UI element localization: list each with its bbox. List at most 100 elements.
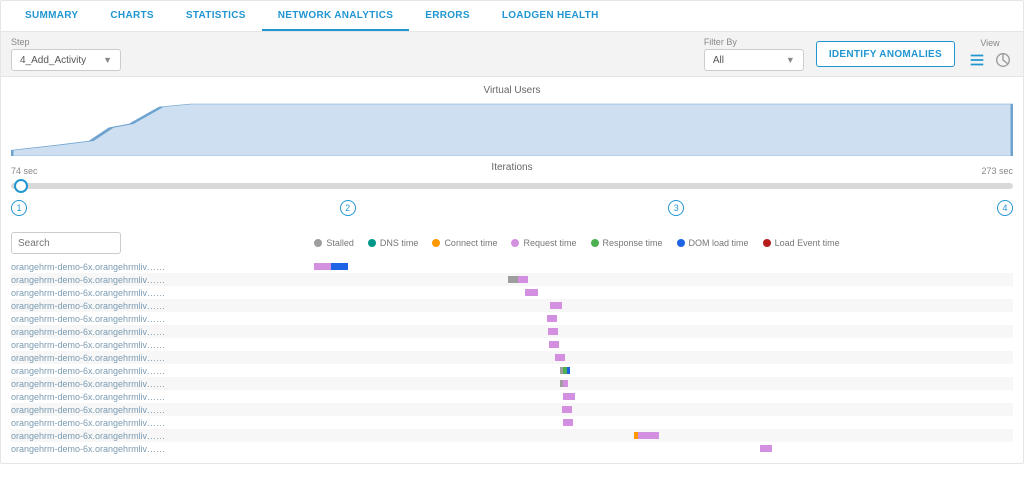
waterfall-row[interactable]: orangehrm-demo-6x.orangehrmliv…er%5D=2 [11, 390, 1013, 403]
legend-label: Stalled [326, 238, 354, 248]
waterfall-row-label: orangehrm-demo-6x.orangehrmliv…urged%5 [11, 431, 171, 441]
waterfall-row-label: orangehrm-demo-6x.orangehrmliv…timeshee [11, 405, 171, 415]
waterfall-row-track [171, 390, 1013, 403]
tab-network-analytics[interactable]: NETWORK ANALYTICS [262, 1, 409, 31]
legend-row: Stalled DNS time Connect time Request time R… [1, 222, 1023, 260]
waterfall-row-track [171, 364, 1013, 377]
list-view-icon[interactable] [967, 50, 987, 70]
waterfall-row[interactable]: orangehrm-demo-6x.orangehrmliv…7/payHou [11, 351, 1013, 364]
search-input[interactable] [11, 232, 121, 254]
caret-down-icon: ▼ [103, 55, 112, 65]
waterfall-row-track [171, 403, 1013, 416]
waterfall-row-label: orangehrm-demo-6x.orangehrmliv…igationLo [11, 444, 171, 454]
identify-anomalies-button[interactable]: IDENTIFY ANOMALIES [816, 41, 955, 67]
timing-segment [563, 419, 573, 426]
timing-segment [550, 302, 562, 309]
timing-segment [508, 276, 518, 283]
iter-end-label: 273 sec [981, 166, 1013, 176]
waterfall-row-label: orangehrm-demo-6x.orangehrmliv…s%5B%5D [11, 314, 171, 324]
waterfall-row-label: orangehrm-demo-6x.orangehrmliv…7/payHou [11, 353, 171, 363]
view-field: View [967, 38, 1013, 70]
legend-label: DOM load time [689, 238, 749, 248]
iteration-marks: 1 2 3 4 [11, 200, 1013, 216]
waterfall-row[interactable]: orangehrm-demo-6x.orangehrmliv…heets/230 [11, 286, 1013, 299]
waterfall-row[interactable]: orangehrm-demo-6x.orangehrmliv…type=brea [11, 338, 1013, 351]
legend-item[interactable]: Response time [591, 238, 663, 248]
pie-view-icon[interactable] [993, 50, 1013, 70]
timing-segment [567, 367, 570, 374]
timing-segment [562, 406, 572, 413]
waterfall-row-label: orangehrm-demo-6x.orangehrmliv…e=Custon [11, 301, 171, 311]
waterfall-row[interactable]: orangehrm-demo-6x.orangehrmliv…actionLog [11, 416, 1013, 429]
timing-segment [518, 276, 528, 283]
tab-charts[interactable]: CHARTS [94, 1, 169, 31]
tab-summary[interactable]: SUMMARY [9, 1, 94, 31]
timing-segment [555, 354, 565, 361]
view-label: View [967, 38, 1013, 48]
waterfall-row-label: orangehrm-demo-6x.orangehrmliv…ities=tru… [11, 327, 171, 337]
waterfall-row-track [171, 312, 1013, 325]
waterfall-row[interactable]: orangehrm-demo-6x.orangehrmliv…ight.woff… [11, 377, 1013, 390]
virtual-users-section: Virtual Users [1, 77, 1023, 156]
legend-item[interactable]: Load Event time [763, 238, 840, 248]
waterfall-row[interactable]: orangehrm-demo-6x.orangehrmliv…e=Custon [11, 299, 1013, 312]
waterfall-row-label: orangehrm-demo-6x.orangehrmliv…yTimeshe [11, 275, 171, 285]
iterations-title: Iterations [491, 162, 532, 173]
iter-start-label: 74 sec [11, 166, 38, 176]
timing-segment [563, 393, 575, 400]
tab-statistics[interactable]: STATISTICS [170, 1, 262, 31]
iterations-slider[interactable] [11, 178, 1013, 194]
legend-item[interactable]: DNS time [368, 238, 419, 248]
iteration-mark[interactable]: 3 [668, 200, 684, 216]
waterfall-row-track [171, 377, 1013, 390]
waterfall-row-track [171, 351, 1013, 364]
legend-dot-icon [314, 239, 322, 247]
waterfall-row[interactable]: orangehrm-demo-6x.orangehrmliv…redential [11, 260, 1013, 273]
legend-item[interactable]: Connect time [432, 238, 497, 248]
tab-loadgen-health[interactable]: LOADGEN HEALTH [486, 1, 615, 31]
virtual-users-chart [11, 100, 1013, 156]
legend-label: Connect time [444, 238, 497, 248]
waterfall-row[interactable]: orangehrm-demo-6x.orangehrmliv…Thin.woff [11, 364, 1013, 377]
legend-item[interactable]: DOM load time [677, 238, 749, 248]
step-select[interactable]: 4_Add_Activity ▼ [11, 49, 121, 71]
waterfall-row-label: orangehrm-demo-6x.orangehrmliv…redential [11, 262, 171, 272]
iteration-mark[interactable]: 2 [340, 200, 356, 216]
main-tabs: SUMMARYCHARTSSTATISTICSNETWORK ANALYTICS… [1, 1, 1023, 31]
step-label: Step [11, 37, 121, 47]
step-field: Step 4_Add_Activity ▼ [11, 37, 121, 71]
legend-dot-icon [677, 239, 685, 247]
waterfall-row-label: orangehrm-demo-6x.orangehrmliv…actionLog [11, 418, 171, 428]
legend-label: Response time [603, 238, 663, 248]
iteration-mark[interactable]: 1 [11, 200, 27, 216]
iterations-section: 74 sec 273 sec Iterations 1 2 3 4 [1, 156, 1023, 222]
waterfall-row[interactable]: orangehrm-demo-6x.orangehrmliv…yTimeshe [11, 273, 1013, 286]
legend-dot-icon [432, 239, 440, 247]
legend-item[interactable]: Stalled [314, 238, 354, 248]
waterfall-row[interactable]: orangehrm-demo-6x.orangehrmliv…urged%5 [11, 429, 1013, 442]
search-input-field[interactable] [18, 238, 114, 249]
timing-segment [638, 432, 658, 439]
timing-segment [760, 445, 772, 452]
legend-dot-icon [368, 239, 376, 247]
filterby-label: Filter By [704, 37, 804, 47]
waterfall-row-label: orangehrm-demo-6x.orangehrmliv…ight.woff… [11, 379, 171, 389]
filterby-select[interactable]: All ▼ [704, 49, 804, 71]
slider-thumb[interactable] [14, 179, 28, 193]
waterfall-row[interactable]: orangehrm-demo-6x.orangehrmliv…ities=tru… [11, 325, 1013, 338]
legend-dot-icon [763, 239, 771, 247]
tab-errors[interactable]: ERRORS [409, 1, 486, 31]
waterfall-row-track [171, 416, 1013, 429]
waterfall-row-track [171, 299, 1013, 312]
waterfall-row[interactable]: orangehrm-demo-6x.orangehrmliv…igationLo [11, 442, 1013, 455]
legend-dot-icon [591, 239, 599, 247]
virtual-users-title: Virtual Users [11, 85, 1013, 96]
timing-segment [549, 341, 559, 348]
legend-label: Load Event time [775, 238, 840, 248]
legend-label: Request time [523, 238, 576, 248]
waterfall-row[interactable]: orangehrm-demo-6x.orangehrmliv…timeshee [11, 403, 1013, 416]
legend-item[interactable]: Request time [511, 238, 576, 248]
iteration-mark[interactable]: 4 [997, 200, 1013, 216]
network-waterfall: orangehrm-demo-6x.orangehrmliv…redential… [1, 260, 1023, 463]
waterfall-row[interactable]: orangehrm-demo-6x.orangehrmliv…s%5B%5D [11, 312, 1013, 325]
